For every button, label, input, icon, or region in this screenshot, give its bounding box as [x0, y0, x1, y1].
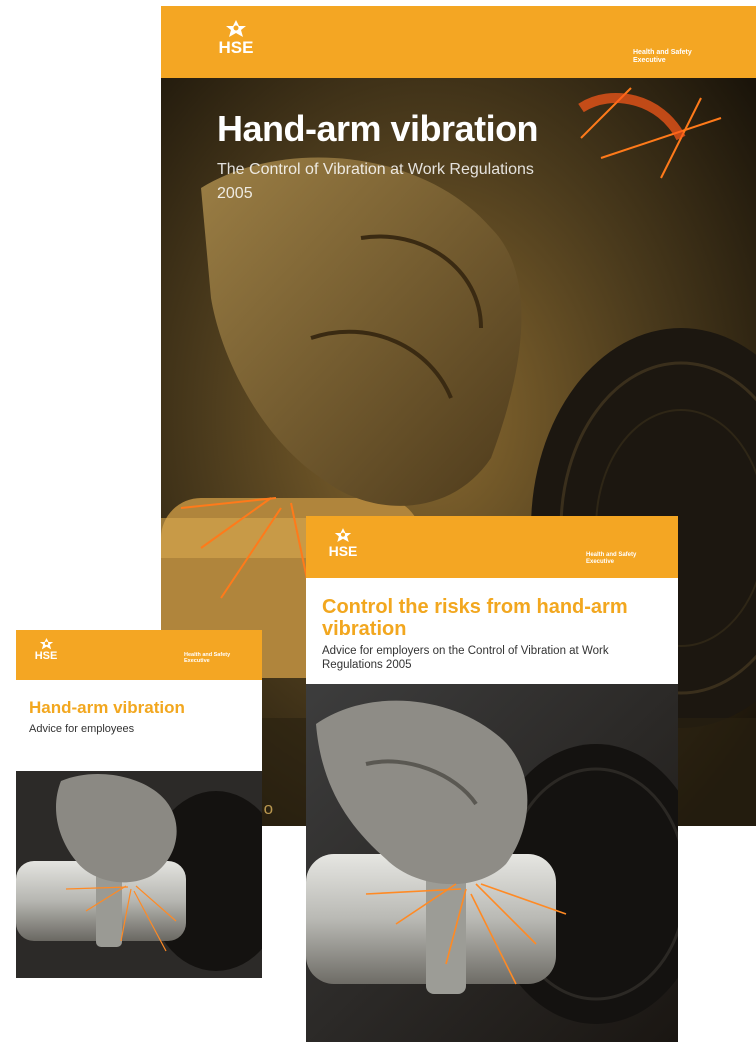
hse-logo: HSE [213, 20, 259, 58]
hse-crown-icon [334, 528, 352, 543]
angle-grinder-sparks-photo [16, 771, 262, 978]
hse-logo-text: HSE [218, 38, 254, 57]
hse-crown-icon [226, 20, 246, 37]
cover-subtitle: Advice for employers on the Control of V… [322, 645, 609, 671]
organisation-name: Health and Safety Executive [586, 552, 637, 565]
cover-subtitle: The Control of Vibration at Work Regulat… [217, 161, 534, 202]
organisation-name: Health and Safety Executive [184, 652, 231, 665]
cover-title: Hand-arm vibration [217, 108, 539, 149]
cover-title: Hand-arm vibration [29, 698, 185, 717]
hse-logo-text: HSE [328, 543, 358, 559]
cover-subtitle: Advice for employees [29, 723, 135, 735]
angle-grinder-sparks-photo [306, 684, 678, 1042]
employees-booklet-cover: HSE Health and Safety Executive Hand-arm… [16, 630, 262, 978]
hse-logo: HSE [30, 638, 62, 662]
hse-logo-text: HSE [34, 650, 58, 662]
cover-title: Control the risks from hand-arm vibratio… [322, 596, 628, 640]
organisation-name: Health and Safety Executive [633, 49, 692, 65]
hse-logo: HSE [324, 528, 362, 559]
hse-crown-icon [39, 638, 53, 650]
employers-booklet-cover: HSE Health and Safety Executive Control … [306, 516, 678, 1042]
